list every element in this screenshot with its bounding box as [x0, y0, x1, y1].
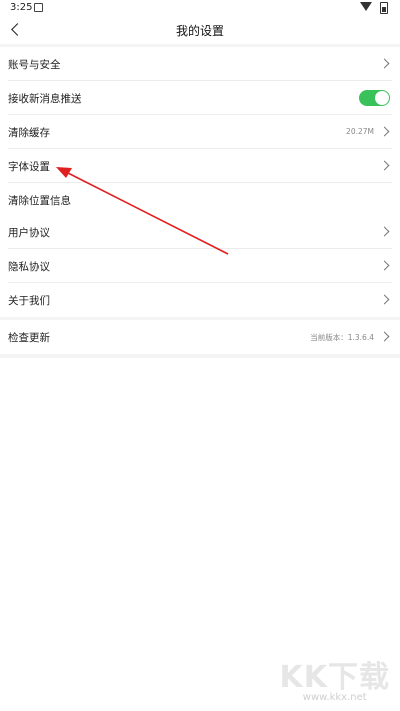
row-label: 字体设置 [8, 161, 50, 173]
status-time: 3:25 [10, 2, 33, 13]
battery-icon [380, 2, 388, 14]
settings-group-about: 用户协议 隐私协议 关于我们 [0, 215, 400, 317]
chevron-right-icon [379, 160, 390, 171]
status-bar: 3:25 [0, 0, 400, 16]
settings-group-general: 账号与安全 接收新消息推送 清除缓存 20.27M 字体设置 清除位置信息 [0, 47, 400, 217]
settings-row-font-settings[interactable]: 字体设置 [0, 149, 400, 183]
chevron-right-icon [379, 294, 390, 305]
settings-row-push-notifications: 接收新消息推送 [0, 81, 400, 115]
chevron-right-icon [379, 58, 390, 69]
row-label: 用户协议 [8, 227, 50, 239]
settings-group-update: 检查更新 当前版本：1.3.6.4 [0, 320, 400, 354]
chevron-right-icon [379, 126, 390, 137]
row-label: 关于我们 [8, 295, 50, 307]
watermark: KK下载 www.kkx.net [280, 652, 391, 703]
row-label: 检查更新 [8, 332, 50, 344]
toggle-knob [375, 91, 389, 105]
chevron-right-icon [379, 331, 390, 342]
notification-icon [34, 3, 43, 12]
settings-row-clear-cache[interactable]: 清除缓存 20.27M [0, 115, 400, 149]
wifi-icon [360, 2, 372, 11]
chevron-right-icon [379, 226, 390, 237]
settings-row-check-update[interactable]: 检查更新 当前版本：1.3.6.4 [0, 320, 400, 354]
settings-row-about-us[interactable]: 关于我们 [0, 283, 400, 317]
watermark-logo: KK下载 [279, 660, 390, 695]
settings-row-user-agreement[interactable]: 用户协议 [0, 215, 400, 249]
row-label: 清除位置信息 [8, 195, 71, 207]
settings-row-account-security[interactable]: 账号与安全 [0, 47, 400, 81]
row-label: 账号与安全 [8, 59, 61, 71]
cache-size-value: 20.27M [346, 127, 374, 136]
row-label: 接收新消息推送 [8, 93, 82, 105]
navigation-bar: 我的设置 [0, 16, 400, 44]
settings-row-privacy-agreement[interactable]: 隐私协议 [0, 249, 400, 283]
chevron-right-icon [379, 260, 390, 271]
settings-row-clear-location[interactable]: 清除位置信息 [0, 183, 400, 217]
row-label: 隐私协议 [8, 261, 50, 273]
push-notification-toggle[interactable] [359, 90, 390, 106]
row-label: 清除缓存 [8, 127, 50, 139]
current-version-value: 当前版本：1.3.6.4 [310, 333, 374, 342]
section-separator [0, 354, 400, 358]
page-title: 我的设置 [175, 24, 224, 38]
